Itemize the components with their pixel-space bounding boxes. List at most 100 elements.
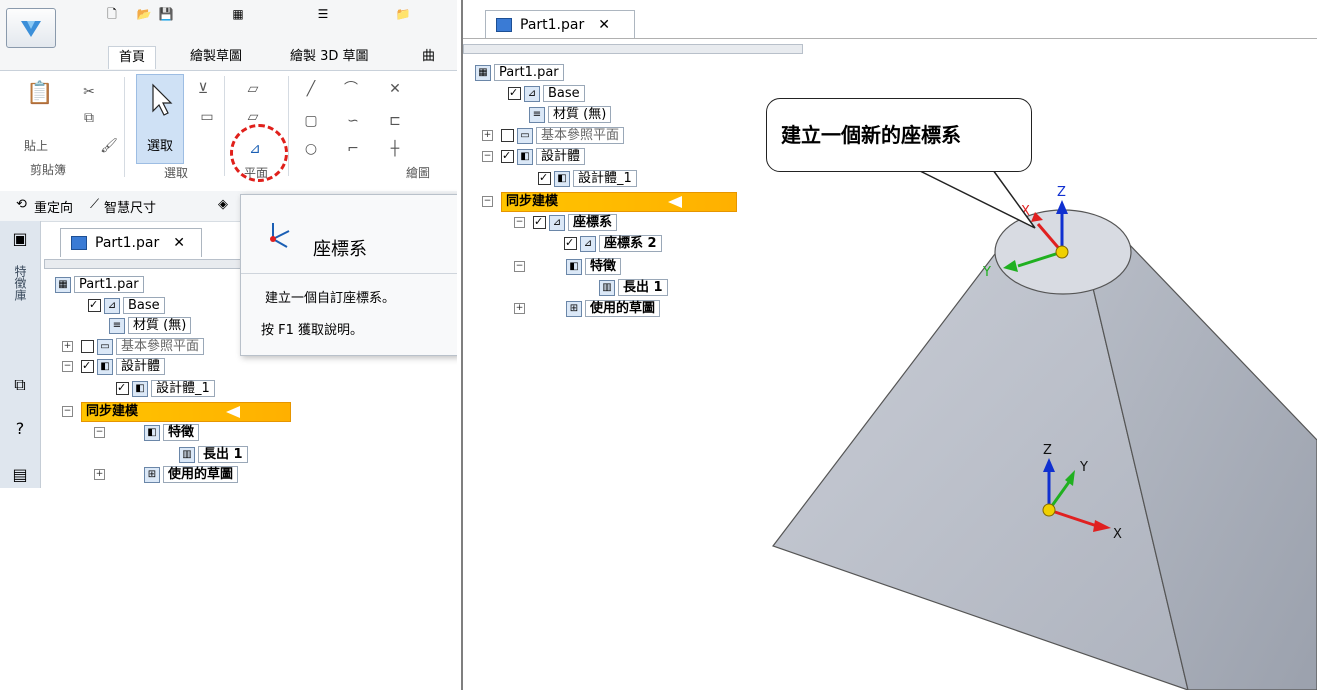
collapse-icon[interactable]: − [482, 151, 493, 162]
rtree-csys-2[interactable]: ⊿座標系 2 [564, 234, 662, 253]
tree-design-body[interactable]: − ◧設計體 [62, 357, 166, 376]
plane-node-icon: ▭ [97, 338, 113, 355]
design-body-checkbox[interactable] [81, 357, 94, 375]
open-folder-icon[interactable]: 📂 [136, 6, 152, 22]
collapse-icon[interactable]: − [62, 361, 73, 372]
tab-surface[interactable]: 曲面 [412, 46, 457, 86]
tooltip-help: 按 F1 獲取說明。 [261, 323, 364, 338]
rtree-csys-group-label: 座標系 [568, 214, 618, 231]
tree-extrude[interactable]: ▥ 長出 1 [176, 446, 248, 464]
rtree-sync-modeling[interactable]: − 同步建模 [482, 192, 737, 212]
selection-box-icon[interactable]: ▭ [198, 108, 216, 126]
plane-group-label: 平面 [244, 166, 269, 180]
tab-sketch[interactable]: 繪製草圖 [180, 46, 252, 68]
rtree-material[interactable]: ≡ 材質 (無) [526, 106, 612, 124]
design-body-1-checkbox[interactable] [116, 379, 129, 397]
coordinate-system-tooltip-icon [270, 223, 290, 248]
base-checkbox[interactable] [88, 296, 101, 314]
reorient-icon[interactable]: ⟲ [16, 197, 27, 212]
tree-base[interactable]: ⊿Base [88, 296, 165, 315]
line-icon[interactable]: ╱ [302, 80, 320, 98]
extrude-icon: ▥ [179, 446, 195, 463]
save-icon[interactable]: 💾 [158, 6, 174, 22]
document-tab[interactable]: Part1.par ✕ [60, 228, 202, 257]
rtree-base[interactable]: ⊿Base [508, 84, 585, 103]
select-button[interactable]: 選取 [136, 74, 184, 164]
document-tab-label: Part1.par [95, 235, 160, 251]
smart-dimension-button[interactable]: 智慧尺寸 [104, 197, 156, 216]
feature-library-icon[interactable]: ▣ [10, 229, 30, 249]
rtree-used-sketches[interactable]: + ⊞ 使用的草圖 [514, 300, 661, 318]
more-icon[interactable]: ◈ [218, 197, 228, 212]
expand-icon[interactable]: + [482, 130, 493, 141]
rtree-features[interactable]: − ◧ 特徵 [514, 258, 622, 276]
rectangle-icon[interactable]: ▢ [302, 112, 320, 130]
top-axis-y-label: Y [982, 265, 991, 280]
paste-label: 貼上 [24, 139, 49, 153]
collapse-icon[interactable]: − [482, 196, 493, 207]
expand-icon[interactable]: + [94, 469, 105, 480]
callout-bubble: 建立一個新的座標系 [766, 98, 1032, 172]
design-body-1-checkbox[interactable] [538, 169, 551, 187]
circle-icon[interactable]: ○ [302, 140, 320, 158]
app-logo-icon [21, 21, 41, 37]
fillet-icon[interactable]: ⌐ [344, 140, 362, 158]
expand-icon[interactable]: + [62, 341, 73, 352]
expand-icon[interactable]: + [514, 303, 525, 314]
tree-sync-modeling[interactable]: − 同步建模 [62, 402, 291, 422]
copy-icon[interactable]: ⧉ [80, 109, 98, 127]
tree-used-sketches[interactable]: + ⊞ 使用的草圖 [94, 466, 239, 484]
offset-icon[interactable]: ⊏ [386, 112, 404, 130]
base-axis-y-label: Y [1079, 460, 1088, 475]
trim-icon[interactable]: ✕ [386, 80, 404, 98]
tab-home[interactable]: 首頁 [108, 46, 157, 69]
smart-dimension-icon[interactable]: ⟋ [90, 197, 99, 212]
help-icon[interactable]: ? [10, 419, 30, 439]
arc-icon[interactable]: ⌒ [342, 80, 360, 98]
base-checkbox[interactable] [508, 84, 521, 102]
rtree-design-body-1-label: 設計體_1 [573, 170, 637, 187]
filter-icon[interactable]: ⊻ [194, 80, 212, 98]
paste-icon[interactable]: 📋 [26, 83, 53, 111]
intersect-icon[interactable]: ┼ [386, 140, 404, 158]
tab-3d-sketch[interactable]: 繪製 3D 草圖 [280, 46, 379, 68]
collapse-icon[interactable]: − [62, 406, 73, 417]
layers-icon[interactable]: ▤ [10, 465, 30, 485]
tree-ref-planes[interactable]: + ▭ 基本參照平面 [62, 338, 205, 356]
close-tab-icon[interactable]: ✕ [173, 235, 185, 251]
part-file-icon [71, 236, 87, 250]
assembly-icon[interactable]: ⧉ [10, 375, 30, 395]
rtree-root[interactable]: ▦ Part1.par [472, 64, 564, 82]
tree-design-body-1[interactable]: ◧設計體_1 [116, 379, 215, 398]
collapse-icon[interactable]: − [94, 427, 105, 438]
design-body-checkbox[interactable] [501, 147, 514, 165]
application-button[interactable] [6, 8, 56, 48]
rtree-extrude[interactable]: ▥ 長出 1 [596, 279, 668, 297]
new-file-icon[interactable]: 🗋 [104, 6, 120, 22]
rtree-ref-planes[interactable]: + ▭ 基本參照平面 [482, 127, 625, 145]
save-as-icon[interactable]: ▦ [230, 6, 246, 22]
plane-icon[interactable]: ▱ [244, 80, 262, 98]
rtree-csys-2-label: 座標系 2 [599, 235, 662, 252]
rtree-design-body[interactable]: − ◧設計體 [482, 147, 586, 166]
ref-planes-checkbox[interactable] [501, 129, 514, 142]
reorient-button[interactable]: 重定向 [34, 197, 73, 216]
tree-used-sketches-label: 使用的草圖 [163, 466, 239, 483]
collapse-icon[interactable]: − [514, 261, 525, 272]
rtree-design-body-1[interactable]: ◧設計體_1 [538, 169, 637, 188]
tree-root[interactable]: ▦ Part1.par [52, 276, 144, 294]
cut-icon[interactable]: ✂ [80, 83, 98, 101]
collapse-icon[interactable]: − [514, 217, 525, 228]
format-painter-icon[interactable]: 🖌 [100, 137, 118, 155]
tree-features[interactable]: − ◧ 特徵 [94, 424, 200, 442]
tree-material[interactable]: ≡ 材質 (無) [106, 317, 192, 335]
csys-group-checkbox[interactable] [533, 213, 546, 231]
csys-2-checkbox[interactable] [564, 234, 577, 252]
horizontal-scrollbar[interactable] [44, 259, 242, 269]
list-icon[interactable]: ☰ [315, 6, 331, 22]
select-arrow-icon [152, 83, 173, 116]
ref-planes-checkbox[interactable] [81, 340, 94, 353]
curve-icon[interactable]: ∽ [344, 112, 362, 130]
folder-icon[interactable]: 📁 [395, 6, 411, 22]
rtree-csys-group[interactable]: − ⊿座標系 [514, 213, 618, 232]
